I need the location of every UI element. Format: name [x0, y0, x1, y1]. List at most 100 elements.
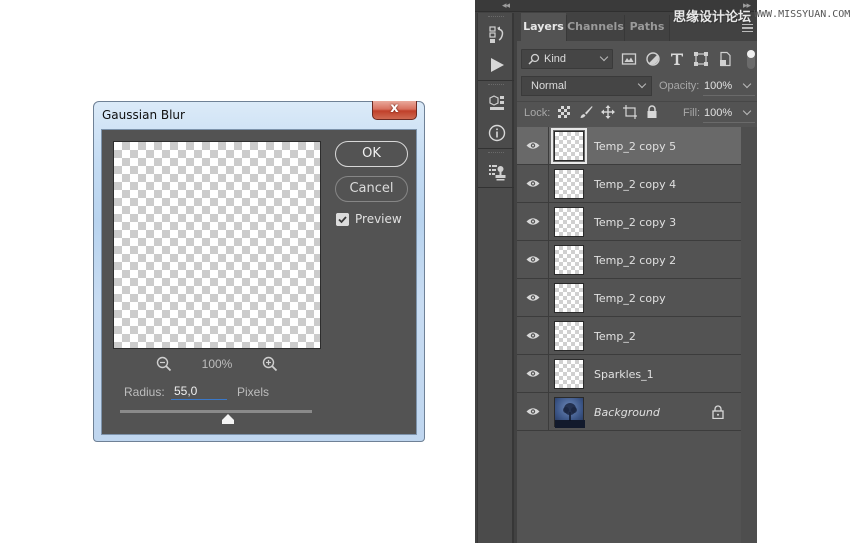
grip-handle[interactable] — [488, 152, 504, 154]
close-button[interactable]: x — [372, 101, 417, 120]
layer-row[interactable]: Temp_2 copy 4 — [517, 165, 741, 203]
visibility-toggle[interactable] — [517, 317, 549, 354]
layer-thumbnail[interactable] — [554, 397, 585, 428]
shape-filter-icon[interactable] — [693, 51, 709, 67]
layer-row[interactable]: Temp_2 copy — [517, 279, 741, 317]
fill-label: Fill: — [683, 107, 701, 119]
lock-artboard-icon[interactable] — [623, 105, 637, 119]
history-icon[interactable] — [487, 25, 507, 45]
layer-name[interactable]: Temp_2 — [594, 330, 636, 343]
info-icon[interactable] — [487, 123, 507, 143]
collapsed-panel-strip — [477, 13, 514, 543]
lock-all-icon[interactable] — [645, 105, 659, 119]
chevron-down-icon[interactable] — [742, 106, 752, 116]
preview-checkbox[interactable] — [336, 213, 349, 226]
grip-handle[interactable] — [488, 84, 504, 86]
pixel-filter-icon[interactable] — [621, 51, 637, 67]
watermark-site-name: 思缘设计论坛 — [673, 10, 752, 25]
opacity-field[interactable]: 100% — [703, 76, 755, 96]
layer-row[interactable]: Background — [517, 393, 741, 431]
preview-label[interactable]: Preview — [355, 212, 402, 226]
layer-row[interactable]: Temp_2 copy 3 — [517, 203, 741, 241]
eye-icon — [526, 218, 540, 225]
type-filter-icon[interactable] — [669, 51, 685, 67]
close-icon: x — [390, 101, 399, 116]
search-icon — [528, 53, 540, 65]
gaussian-blur-dialog: Gaussian Blur x 100% Radius: Pixels — [93, 101, 425, 442]
blur-preview[interactable] — [113, 141, 321, 349]
tab-channels[interactable]: Channels — [567, 13, 624, 41]
smart-object-filter-icon[interactable] — [717, 51, 733, 67]
visibility-toggle[interactable] — [517, 203, 549, 240]
layer-name[interactable]: Sparkles_1 — [594, 368, 654, 381]
layer-name[interactable]: Temp_2 copy 2 — [594, 254, 676, 267]
layer-row[interactable]: Sparkles_1 — [517, 355, 741, 393]
lock-transparent-icon[interactable] — [557, 105, 571, 119]
eye-icon — [526, 408, 540, 415]
radius-label: Radius: — [124, 385, 165, 399]
zoom-out-icon[interactable] — [156, 356, 172, 372]
visibility-toggle[interactable] — [517, 355, 549, 392]
blend-mode-dropdown[interactable]: Normal — [521, 76, 652, 96]
eye-icon — [526, 294, 540, 301]
tab-paths[interactable]: Paths — [625, 13, 669, 41]
dialog-body: 100% Radius: Pixels OK Cancel Preview — [101, 129, 417, 435]
dialog-title: Gaussian Blur — [102, 108, 185, 122]
layers-scrollbar[interactable] — [741, 127, 757, 543]
layer-thumbnail[interactable] — [554, 169, 584, 199]
chevron-down-icon — [599, 52, 609, 62]
radius-input[interactable] — [171, 382, 227, 400]
layer-name[interactable]: Temp_2 copy 4 — [594, 178, 676, 191]
layer-name[interactable]: Background — [594, 406, 660, 419]
grip-handle[interactable] — [488, 16, 504, 18]
eye-icon — [526, 180, 540, 187]
layer-thumbnail[interactable] — [554, 245, 584, 275]
libraries-3d-icon[interactable] — [487, 93, 507, 113]
lock-image-brush-icon[interactable] — [579, 105, 593, 119]
chevron-down-icon — [637, 79, 647, 89]
tab-divider — [669, 15, 670, 41]
strip-divider — [478, 80, 514, 81]
ok-button[interactable]: OK — [335, 141, 408, 167]
lock-position-icon[interactable] — [601, 105, 615, 119]
filter-kind-dropdown[interactable]: Kind — [521, 49, 613, 69]
panel-dock: ◂◂ ▸▸ Layers Channels Paths Kind Normal … — [475, 0, 757, 543]
strip-divider — [478, 148, 514, 149]
layer-thumbnail[interactable] — [551, 128, 587, 164]
layer-thumbnail[interactable] — [554, 359, 584, 389]
layer-thumbnail[interactable] — [554, 207, 584, 237]
preview-zoom-controls: 100% — [102, 356, 332, 374]
eye-icon — [526, 370, 540, 377]
blend-mode-value: Normal — [531, 80, 567, 92]
strip-divider — [478, 187, 514, 188]
cancel-button[interactable]: Cancel — [335, 176, 408, 202]
layer-thumbnail[interactable] — [554, 321, 584, 351]
filter-toggle-switch[interactable] — [747, 50, 755, 69]
radius-slider-thumb[interactable] — [221, 414, 234, 424]
layer-row[interactable]: Temp_2 copy 2 — [517, 241, 741, 279]
actions-play-icon[interactable] — [487, 55, 507, 75]
visibility-toggle[interactable] — [517, 241, 549, 278]
fill-field[interactable]: 100% — [703, 103, 755, 123]
layer-thumbnail[interactable] — [554, 283, 584, 313]
layer-row[interactable]: Temp_2 — [517, 317, 741, 355]
visibility-toggle[interactable] — [517, 127, 549, 164]
layer-name[interactable]: Temp_2 copy 3 — [594, 216, 676, 229]
filter-kind-label: Kind — [544, 53, 567, 65]
visibility-toggle[interactable] — [517, 393, 549, 430]
chevron-down-icon[interactable] — [742, 79, 752, 89]
layer-row[interactable]: Temp_2 copy 5 — [517, 127, 741, 165]
zoom-in-icon[interactable] — [262, 356, 278, 372]
layer-name[interactable]: Temp_2 copy 5 — [594, 140, 676, 153]
clone-source-icon[interactable] — [487, 162, 507, 182]
visibility-toggle[interactable] — [517, 279, 549, 316]
adjustment-filter-icon[interactable] — [645, 51, 661, 67]
zoom-percentage: 100% — [201, 357, 233, 371]
panel-menu-icon[interactable] — [742, 24, 753, 32]
collapse-left-icon[interactable]: ◂◂ — [502, 0, 510, 11]
layer-name[interactable]: Temp_2 copy — [594, 292, 666, 305]
tab-layers[interactable]: Layers — [521, 13, 566, 41]
radius-slider-track[interactable] — [120, 410, 312, 413]
layer-lock-icon[interactable] — [712, 405, 724, 419]
visibility-toggle[interactable] — [517, 165, 549, 202]
